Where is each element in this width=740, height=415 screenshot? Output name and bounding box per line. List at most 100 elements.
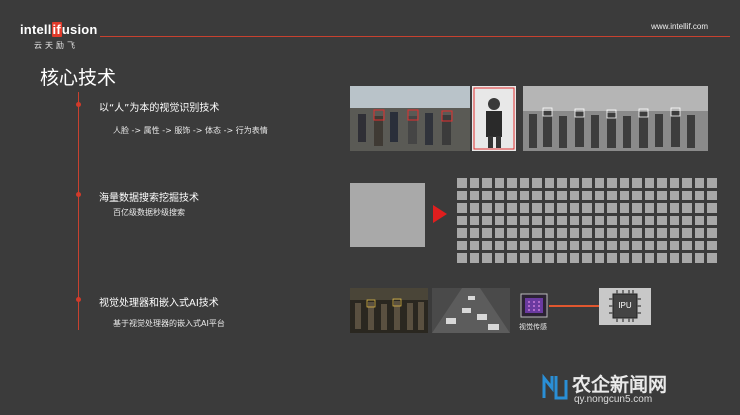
result-thumbnail (657, 203, 667, 213)
result-thumbnail (469, 190, 479, 200)
result-thumbnail (669, 203, 679, 213)
result-thumbnail (519, 228, 529, 238)
result-thumbnail (682, 228, 692, 238)
result-thumbnail (494, 203, 504, 213)
result-thumbnail (594, 253, 604, 263)
street-crowd-image (523, 86, 708, 151)
result-thumbnail (669, 240, 679, 250)
result-thumbnail (657, 240, 667, 250)
connection-line (549, 305, 599, 307)
result-thumbnail (532, 253, 542, 263)
ipu-label: IPU (618, 301, 632, 310)
result-thumbnail (544, 203, 554, 213)
result-thumbnail (494, 178, 504, 188)
timeline-dot (76, 192, 81, 197)
result-thumbnail (482, 190, 492, 200)
result-thumbnail (682, 253, 692, 263)
result-thumbnail (532, 215, 542, 225)
result-thumbnail (557, 228, 567, 238)
result-thumbnail (632, 190, 642, 200)
result-thumbnail (644, 228, 654, 238)
logo-text-if: if (51, 22, 62, 37)
result-thumbnail (457, 253, 467, 263)
result-thumbnail (519, 240, 529, 250)
result-thumbnail (582, 178, 592, 188)
result-thumbnail (494, 190, 504, 200)
result-thumbnail (594, 178, 604, 188)
result-thumbnail (519, 253, 529, 263)
section-subtext: 人脸 -> 属性 -> 服饰 -> 体态 -> 行为表情 (113, 126, 268, 135)
section-heading: 视觉处理器和嵌入式AI技术 (99, 298, 219, 309)
logo-text-main: intell (20, 22, 52, 37)
result-thumbnail (632, 253, 642, 263)
result-thumbnail (469, 253, 479, 263)
result-thumbnail (694, 228, 704, 238)
result-thumbnail (457, 228, 467, 238)
result-thumbnail (519, 178, 529, 188)
result-thumbnail (582, 240, 592, 250)
watermark-brand: 农企新闻网 (572, 374, 668, 396)
ipu-chip-icon: IPU (599, 288, 651, 325)
result-thumbnail (707, 190, 717, 200)
result-thumbnail (607, 253, 617, 263)
arrow-right-icon (433, 205, 447, 223)
section-heading: 海量数据搜索挖掘技术 (99, 193, 199, 204)
result-thumbnail (469, 178, 479, 188)
result-thumbnail (569, 240, 579, 250)
result-thumbnail (657, 253, 667, 263)
result-thumbnail (619, 203, 629, 213)
result-thumbnail (494, 253, 504, 263)
result-thumbnail (619, 228, 629, 238)
result-thumbnail (469, 240, 479, 250)
result-thumbnail (457, 215, 467, 225)
result-thumbnail (594, 240, 604, 250)
result-thumbnail (607, 228, 617, 238)
result-thumbnail (582, 190, 592, 200)
result-thumbnail (557, 203, 567, 213)
result-thumbnail (582, 228, 592, 238)
result-thumbnail (619, 190, 629, 200)
search-result-grid (457, 178, 717, 263)
result-thumbnail (682, 240, 692, 250)
person-detail-image (472, 86, 516, 151)
result-thumbnail (644, 240, 654, 250)
result-thumbnail (707, 228, 717, 238)
result-thumbnail (607, 203, 617, 213)
result-thumbnail (607, 215, 617, 225)
result-thumbnail (607, 178, 617, 188)
vision-sensor-label: 视觉传感 (519, 323, 547, 331)
result-thumbnail (632, 240, 642, 250)
result-thumbnail (519, 190, 529, 200)
result-thumbnail (644, 253, 654, 263)
result-thumbnail (669, 215, 679, 225)
result-thumbnail (544, 178, 554, 188)
result-thumbnail (607, 240, 617, 250)
night-crowd-image (350, 288, 428, 333)
result-thumbnail (694, 215, 704, 225)
result-thumbnail (694, 253, 704, 263)
result-thumbnail (632, 228, 642, 238)
result-thumbnail (632, 203, 642, 213)
result-thumbnail (582, 215, 592, 225)
result-thumbnail (644, 203, 654, 213)
result-thumbnail (532, 228, 542, 238)
result-thumbnail (682, 215, 692, 225)
header-divider (100, 36, 730, 37)
result-thumbnail (682, 203, 692, 213)
result-thumbnail (544, 240, 554, 250)
result-thumbnail (532, 178, 542, 188)
result-thumbnail (507, 240, 517, 250)
result-thumbnail (457, 240, 467, 250)
result-thumbnail (707, 215, 717, 225)
query-image-placeholder (350, 183, 425, 247)
result-thumbnail (482, 178, 492, 188)
result-thumbnail (619, 215, 629, 225)
watermark-logo-icon (542, 373, 568, 400)
result-thumbnail (669, 190, 679, 200)
result-thumbnail (682, 178, 692, 188)
result-thumbnail (619, 253, 629, 263)
result-thumbnail (594, 215, 604, 225)
result-thumbnail (519, 215, 529, 225)
result-thumbnail (644, 215, 654, 225)
result-thumbnail (694, 240, 704, 250)
